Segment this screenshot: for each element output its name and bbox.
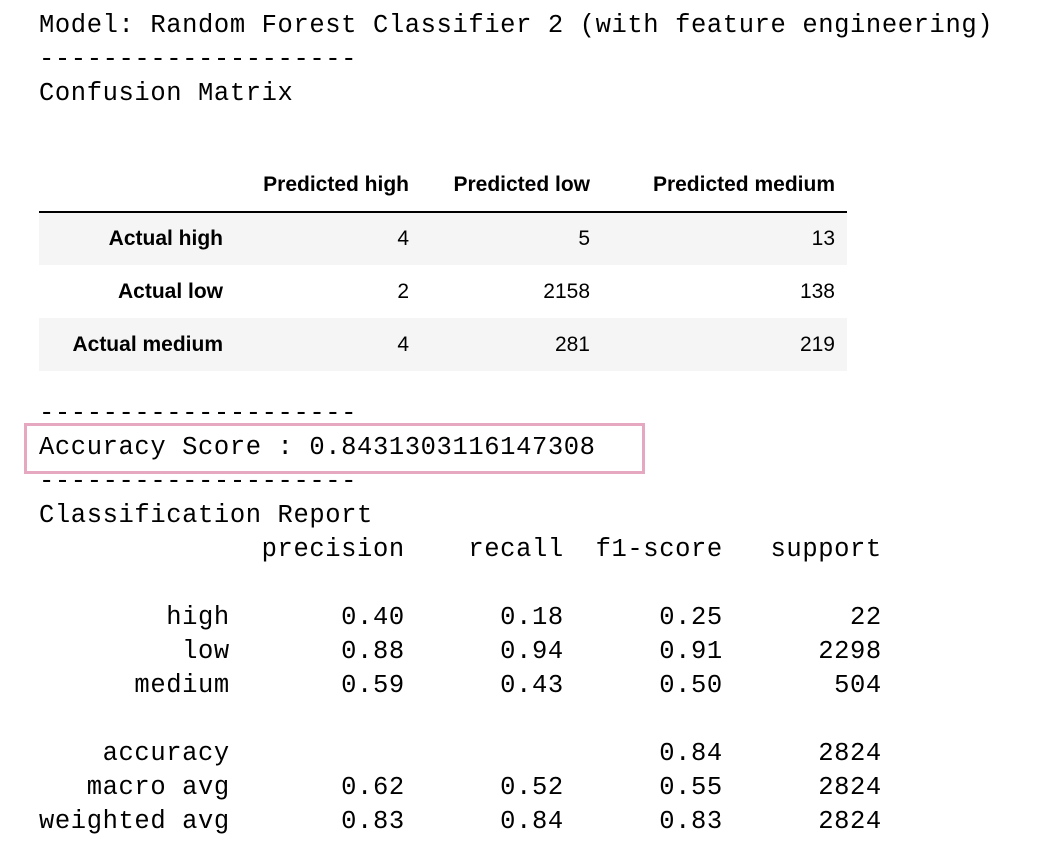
- header-corner: [39, 159, 235, 213]
- report-row-medium: medium 0.59 0.43 0.50 504: [39, 671, 882, 700]
- table-cell: 13: [811, 227, 835, 250]
- table-row: Actual medium 4 281 219: [39, 318, 847, 371]
- table-cell: 281: [554, 332, 590, 356]
- report-row-low: low 0.88 0.94 0.91 2298: [39, 637, 882, 666]
- separator-after-accuracy: --------------------: [39, 467, 358, 496]
- header-predicted-medium: Predicted medium: [602, 159, 847, 213]
- table-row: Actual high 4 5 13: [39, 212, 847, 265]
- row-label-actual-medium: Actual medium: [72, 332, 223, 356]
- header-predicted-high: Predicted high: [235, 159, 421, 213]
- table-cell: 5: [578, 227, 590, 250]
- table-cell: 4: [397, 227, 409, 250]
- table-cell: 4: [397, 332, 409, 356]
- table-cell: 2: [397, 279, 409, 303]
- confusion-matrix-title: Confusion Matrix: [39, 79, 294, 108]
- table-cell: 138: [799, 279, 835, 303]
- report-row-macro-avg: macro avg 0.62 0.52 0.55 2824: [39, 773, 882, 802]
- row-label-actual-low: Actual low: [117, 279, 223, 303]
- header-predicted-low: Predicted low: [421, 159, 602, 213]
- row-label-actual-high: Actual high: [108, 227, 223, 250]
- model-title: Model: Random Forest Classifier 2 (with …: [39, 11, 994, 40]
- report-row-accuracy: accuracy 0.84 2824: [39, 739, 882, 768]
- table-cell: 219: [799, 332, 835, 356]
- report-header-line: precision recall f1-score support: [39, 535, 882, 564]
- confusion-matrix-header-row: Predicted high Predicted low Predicted m…: [39, 159, 847, 213]
- table-row: Actual low 2 2158 138: [39, 265, 847, 318]
- report-row-high: high 0.40 0.18 0.25 22: [39, 603, 882, 632]
- accuracy-score: Accuracy Score : 0.8431303116147308: [39, 433, 596, 462]
- report-row-weighted-avg: weighted avg 0.83 0.84 0.83 2824: [39, 807, 882, 836]
- table-cell: 2158: [543, 279, 590, 303]
- classification-report-title: Classification Report: [39, 501, 373, 530]
- separator-top: --------------------: [39, 45, 358, 74]
- confusion-matrix-table: Predicted high Predicted low Predicted m…: [39, 159, 847, 371]
